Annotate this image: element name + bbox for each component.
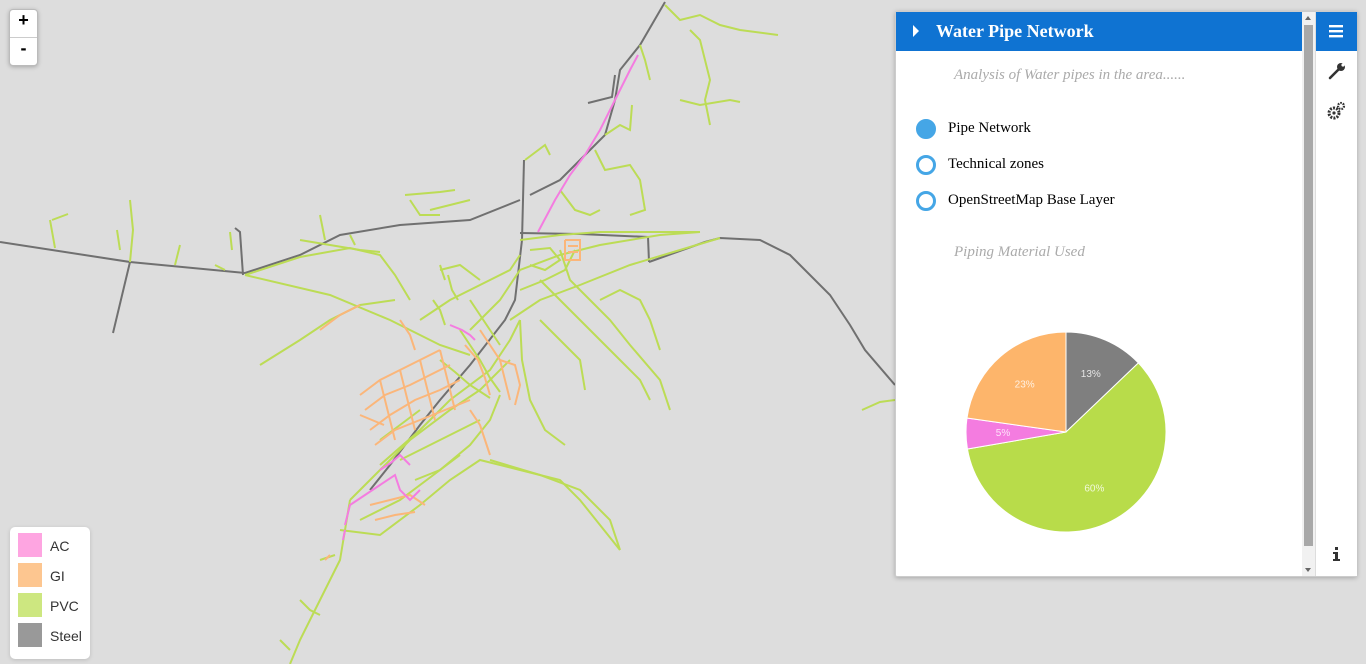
pie-label-ac: 5% (996, 428, 1011, 439)
caret-right-icon[interactable] (913, 25, 919, 37)
legend-label: PVC (50, 598, 79, 614)
scrollbar-thumb[interactable] (1304, 25, 1313, 546)
zoom-out-button[interactable]: - (10, 37, 37, 65)
panel-subtitle: Analysis of Water pipes in the area.....… (954, 67, 1186, 83)
radio-button[interactable] (916, 119, 936, 139)
panel-title: Water Pipe Network (936, 21, 1094, 41)
tab-layers[interactable] (1316, 12, 1357, 51)
panel-tab-bar (1315, 12, 1357, 576)
layer-label: Technical zones (948, 156, 1044, 172)
layer-label: OpenStreetMap Base Layer (948, 192, 1115, 208)
tab-tools[interactable] (1316, 52, 1357, 91)
pie-label-gi: 23% (1015, 379, 1035, 390)
tab-settings[interactable] (1316, 92, 1357, 131)
gears-icon (1327, 101, 1346, 120)
sidebar-panel: Water Pipe Network Analysis of Water pip… (895, 11, 1357, 577)
legend-swatch (18, 623, 42, 647)
scroll-down-icon[interactable] (1305, 568, 1311, 572)
wrench-icon (1328, 63, 1345, 80)
pie-chart: 13% 60% 5% 23% (965, 331, 1167, 533)
pie-label-steel: 13% (1081, 369, 1101, 380)
panel-header[interactable]: Water Pipe Network (896, 12, 1302, 51)
legend-swatch (18, 533, 42, 557)
legend-swatch (18, 593, 42, 617)
chart-section-title: Piping Material Used (954, 244, 1085, 260)
layer-label: Pipe Network (948, 120, 1031, 136)
legend-item-steel: Steel (18, 623, 90, 647)
pvc-pipes (49, 4, 896, 664)
radio-button[interactable] (916, 155, 936, 175)
scroll-up-icon[interactable] (1305, 16, 1311, 20)
steel-pipes (0, 1, 896, 491)
legend-swatch (18, 563, 42, 587)
zoom-in-button[interactable]: + (10, 10, 37, 37)
legend-item-gi: GI (18, 563, 90, 587)
legend-label: Steel (50, 628, 82, 644)
info-icon (1333, 547, 1340, 561)
pie-label-pvc: 60% (1084, 483, 1104, 494)
legend-item-pvc: PVC (18, 593, 90, 617)
legend-label: AC (50, 538, 70, 554)
tab-info[interactable] (1316, 535, 1357, 574)
zoom-control: + - (9, 9, 38, 66)
legend-label: GI (50, 568, 65, 584)
layers-menu-icon (1329, 25, 1343, 38)
panel-scrollbar[interactable] (1302, 12, 1315, 576)
legend-item-ac: AC (18, 533, 90, 557)
radio-button[interactable] (916, 191, 936, 211)
map-legend: AC GI PVC Steel (10, 527, 90, 659)
